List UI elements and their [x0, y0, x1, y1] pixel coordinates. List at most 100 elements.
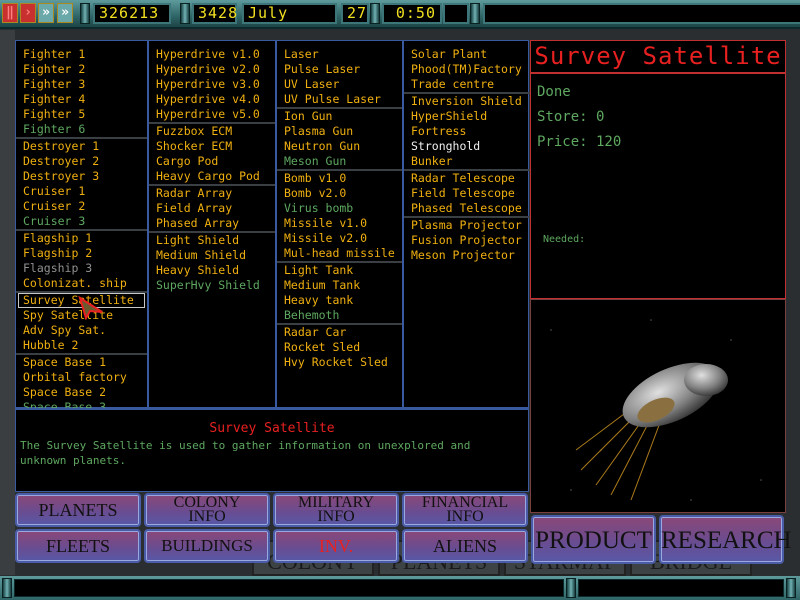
- list-item[interactable]: Heavy Cargo Pod: [149, 169, 275, 184]
- military-info-button[interactable]: MILITARY INFO: [273, 493, 399, 527]
- list-item[interactable]: Phased Array: [149, 216, 275, 231]
- time-display: 0:50: [382, 3, 442, 24]
- fleets-button[interactable]: FLEETS: [15, 529, 141, 563]
- list-item[interactable]: Medium Shield: [149, 248, 275, 263]
- list-item[interactable]: Adv Spy Sat.: [16, 323, 147, 338]
- list-item[interactable]: Light Shield: [149, 233, 275, 248]
- list-item[interactable]: Destroyer 1: [16, 139, 147, 154]
- list-item[interactable]: Hyperdrive v5.0: [149, 107, 275, 122]
- bar-knob: [180, 3, 190, 24]
- list-item[interactable]: Behemoth: [277, 308, 402, 323]
- list-item[interactable]: Space Base 2: [16, 385, 147, 400]
- fast-forward-button[interactable]: »: [38, 3, 54, 23]
- list-item[interactable]: Inversion Shield: [404, 94, 530, 109]
- list-item[interactable]: Missile v1.0: [277, 216, 402, 231]
- list-item[interactable]: Colonizat. ship: [16, 276, 147, 291]
- store-count: Store: 0: [537, 109, 605, 125]
- list-item[interactable]: Bunker: [404, 154, 530, 169]
- faster-button[interactable]: »: [57, 3, 73, 23]
- list-item[interactable]: Plasma Projector: [404, 218, 530, 233]
- list-item[interactable]: Shocker ECM: [149, 139, 275, 154]
- day-display: 27: [341, 3, 369, 24]
- list-item[interactable]: Fusion Projector: [404, 233, 530, 248]
- list-item[interactable]: Radar Telescope: [404, 171, 530, 186]
- play-button[interactable]: ›: [20, 3, 36, 23]
- list-item[interactable]: Hyperdrive v4.0: [149, 92, 275, 107]
- message-display: [483, 3, 800, 24]
- list-item[interactable]: Bomb v2.0: [277, 186, 402, 201]
- list-item[interactable]: Ion Gun: [277, 109, 402, 124]
- list-item[interactable]: Fuzzbox ECM: [149, 124, 275, 139]
- planets-button[interactable]: PLANETS: [15, 493, 141, 527]
- list-item[interactable]: Orbital factory: [16, 370, 147, 385]
- list-item[interactable]: Medium Tank: [277, 278, 402, 293]
- list-item[interactable]: Flagship 1: [16, 231, 147, 246]
- bar-knob: [786, 578, 796, 598]
- blank-display: [443, 3, 469, 24]
- list-item[interactable]: Destroyer 2: [16, 154, 147, 169]
- list-item[interactable]: Flagship 2: [16, 246, 147, 261]
- list-item[interactable]: UV Pulse Laser: [277, 92, 402, 107]
- list-item[interactable]: Trade centre: [404, 77, 530, 92]
- list-item[interactable]: Phood(TM)Factory: [404, 62, 530, 77]
- list-item[interactable]: Virus bomb: [277, 201, 402, 216]
- list-item[interactable]: Pulse Laser: [277, 62, 402, 77]
- list-item[interactable]: Fighter 3: [16, 77, 147, 92]
- list-item[interactable]: Fighter 5: [16, 107, 147, 122]
- list-item[interactable]: HyperShield: [404, 109, 530, 124]
- list-item[interactable]: Fortress: [404, 124, 530, 139]
- list-item[interactable]: Hubble 2: [16, 338, 147, 353]
- buildings-button[interactable]: BUILDINGS: [144, 529, 270, 563]
- list-item[interactable]: Meson Gun: [277, 154, 402, 169]
- list-item[interactable]: UV Laser: [277, 77, 402, 92]
- colony-info-button[interactable]: COLONY INFO: [144, 493, 270, 527]
- list-item[interactable]: Mul-head missile: [277, 246, 402, 261]
- survey-satellite-image: [550, 319, 762, 501]
- list-item[interactable]: Heavy tank: [277, 293, 402, 308]
- list-item[interactable]: Radar Car: [277, 325, 402, 340]
- list-item[interactable]: Hyperdrive v1.0: [149, 47, 275, 62]
- list-item[interactable]: Destroyer 3: [16, 169, 147, 184]
- list-item[interactable]: Radar Array: [149, 186, 275, 201]
- list-item[interactable]: Hyperdrive v3.0: [149, 77, 275, 92]
- list-item[interactable]: Field Telescope: [404, 186, 530, 201]
- list-item[interactable]: Light Tank: [277, 263, 402, 278]
- list-item[interactable]: Cargo Pod: [149, 154, 275, 169]
- financial-info-button[interactable]: FINANCIAL INFO: [402, 493, 528, 527]
- pause-button[interactable]: ‖: [2, 3, 18, 23]
- list-item[interactable]: SuperHvy Shield: [149, 278, 275, 293]
- list-item[interactable]: Space Base 1: [16, 355, 147, 370]
- research-button[interactable]: RESEARCH: [659, 515, 792, 564]
- list-column-buildings: Solar Plant Phood(TM)Factory Trade centre I…: [404, 41, 530, 407]
- list-item[interactable]: Stronghold: [404, 139, 530, 154]
- list-item[interactable]: Heavy Shield: [149, 263, 275, 278]
- product-button[interactable]: PRODUCT: [531, 515, 656, 564]
- month-display: July: [242, 3, 337, 24]
- list-item[interactable]: Missile v2.0: [277, 231, 402, 246]
- list-item[interactable]: Flagship 3: [16, 261, 147, 276]
- aliens-button[interactable]: ALIENS: [402, 529, 528, 563]
- military-info-label: MILITARY INFO: [297, 494, 375, 525]
- list-item[interactable]: Fighter 4: [16, 92, 147, 107]
- list-item[interactable]: Bomb v1.0: [277, 171, 402, 186]
- list-item[interactable]: Cruiser 1: [16, 184, 147, 199]
- list-item[interactable]: Cruiser 2: [16, 199, 147, 214]
- list-item[interactable]: Rocket Sled: [277, 340, 402, 355]
- list-item[interactable]: Cruiser 3: [16, 214, 147, 229]
- list-item[interactable]: Fighter 1: [16, 47, 147, 62]
- list-item[interactable]: Meson Projector: [404, 248, 530, 263]
- mouse-cursor-icon: [78, 296, 103, 320]
- needed-label: Needed:: [543, 234, 586, 245]
- list-item[interactable]: Laser: [277, 47, 402, 62]
- list-column-weapons: Laser Pulse Laser UV Laser UV Pulse Laser Io…: [277, 41, 404, 407]
- list-item[interactable]: Neutron Gun: [277, 139, 402, 154]
- list-item[interactable]: Hyperdrive v2.0: [149, 62, 275, 77]
- list-item[interactable]: Field Array: [149, 201, 275, 216]
- list-item[interactable]: Hvy Rocket Sled: [277, 355, 402, 370]
- list-item[interactable]: Solar Plant: [404, 47, 530, 62]
- list-item[interactable]: Fighter 6: [16, 122, 147, 137]
- inventions-button[interactable]: INV.: [273, 529, 399, 563]
- list-item[interactable]: Fighter 2: [16, 62, 147, 77]
- list-item[interactable]: Plasma Gun: [277, 124, 402, 139]
- list-item[interactable]: Phased Telescope: [404, 201, 530, 216]
